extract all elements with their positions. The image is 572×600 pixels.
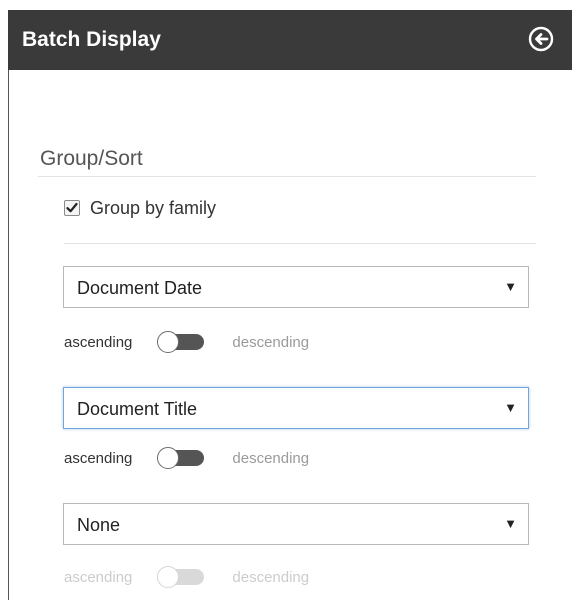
group-by-family-checkbox[interactable] <box>64 200 80 216</box>
group-by-family-label: Group by family <box>90 197 217 218</box>
descending-label: descending <box>232 568 310 586</box>
ascending-label: ascending <box>64 333 133 351</box>
circle-arrow-left-icon <box>528 26 554 52</box>
sort-order-2-row: ascending descending <box>64 446 309 470</box>
sort-order-2-toggle[interactable] <box>157 447 205 469</box>
sort-field-1-value: Document Date <box>77 278 203 298</box>
group-by-family-option[interactable]: Group by family <box>64 196 216 220</box>
ascending-label: ascending <box>64 449 133 467</box>
dropdown-arrow-icon: ▼ <box>504 279 517 294</box>
checkmark-icon <box>66 202 78 213</box>
descending-label: descending <box>232 449 310 467</box>
dropdown-arrow-icon: ▼ <box>504 516 517 531</box>
sort-order-3-row: ascending descending <box>64 565 309 589</box>
panel-header: Batch Display <box>8 10 572 70</box>
ascending-label: ascending <box>64 568 133 586</box>
sort-order-1-toggle[interactable] <box>157 331 205 353</box>
back-button[interactable] <box>528 26 554 52</box>
dropdown-arrow-icon: ▼ <box>504 400 517 415</box>
descending-label: descending <box>232 333 310 351</box>
options-divider <box>64 243 536 244</box>
batch-display-panel: Batch Display Group/Sort Group by family… <box>0 0 572 600</box>
sort-field-2-value: Document Title <box>77 399 198 419</box>
sort-field-3-select[interactable]: None ▼ <box>63 503 529 545</box>
sort-field-1-select[interactable]: Document Date ▼ <box>63 266 529 308</box>
section-divider <box>38 176 536 177</box>
sort-field-2-select[interactable]: Document Title ▼ <box>63 387 529 429</box>
panel-title: Batch Display <box>22 28 161 51</box>
sort-order-3-toggle <box>157 566 205 588</box>
group-sort-heading: Group/Sort <box>40 147 143 170</box>
sort-order-1-row: ascending descending <box>64 330 309 354</box>
sort-field-3-value: None <box>77 515 121 535</box>
panel-left-border <box>8 70 9 600</box>
